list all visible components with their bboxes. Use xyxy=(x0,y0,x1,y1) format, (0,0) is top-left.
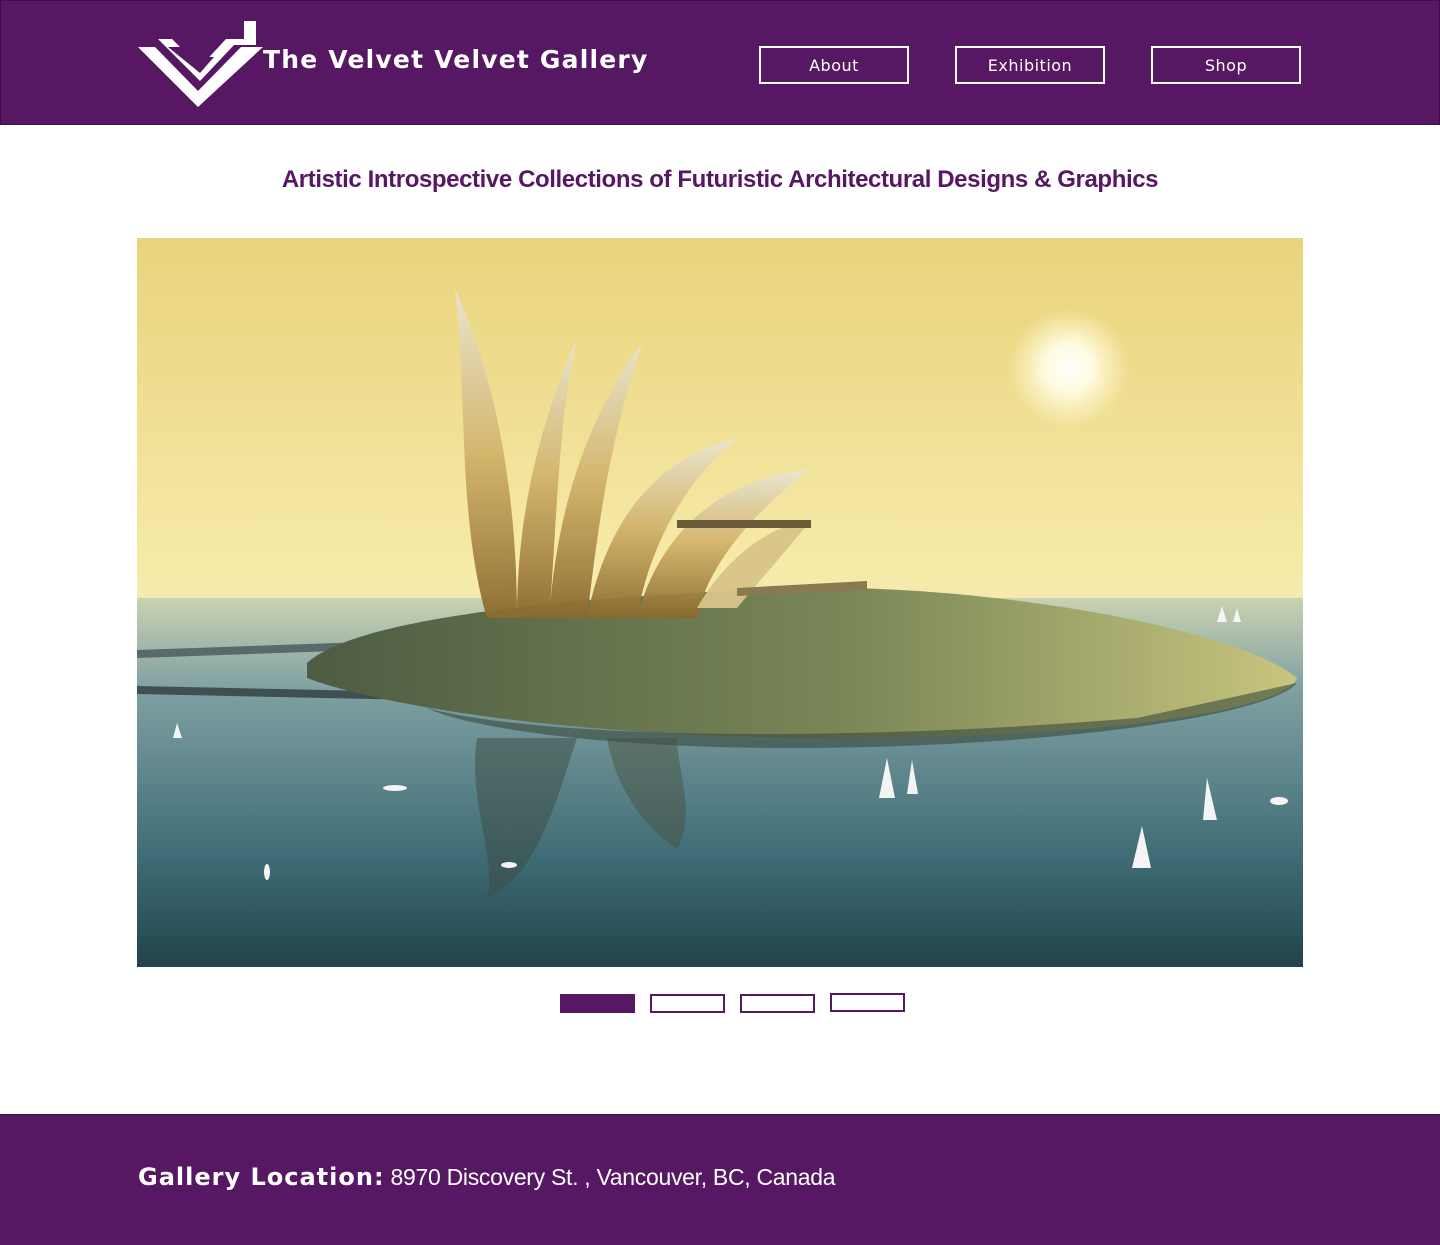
carousel-indicator-2[interactable] xyxy=(650,994,725,1013)
nav-shop-button[interactable]: Shop xyxy=(1151,46,1301,84)
nav-exhibition-label: Exhibition xyxy=(987,55,1073,75)
nav-exhibition-button[interactable]: Exhibition xyxy=(955,46,1105,84)
futuristic-island-architecture-image xyxy=(137,238,1303,967)
nav-about-label: About xyxy=(809,55,859,75)
site-footer: Gallery Location: 8970 Discovery St. , V… xyxy=(0,1114,1440,1245)
site-header: The Velvet Velvet Gallery About Exhibiti… xyxy=(0,0,1440,125)
carousel-slide-image[interactable] xyxy=(137,238,1303,967)
carousel-indicator-3[interactable] xyxy=(740,994,815,1013)
page-tagline: Artistic Introspective Collections of Fu… xyxy=(281,166,1159,193)
carousel-indicator-4[interactable] xyxy=(830,993,905,1012)
velvet-chevron-logo-icon[interactable] xyxy=(138,19,263,111)
brand-title[interactable]: The Velvet Velvet Gallery xyxy=(263,45,648,74)
carousel-indicator-1[interactable] xyxy=(560,994,635,1013)
nav-shop-label: Shop xyxy=(1204,55,1248,75)
nav-about-button[interactable]: About xyxy=(759,46,909,84)
location-label: Gallery Location: xyxy=(138,1163,385,1191)
location-address: 8970 Discovery St. , Vancouver, BC, Cana… xyxy=(390,1164,836,1190)
gallery-location: Gallery Location: 8970 Discovery St. , V… xyxy=(138,1163,836,1191)
